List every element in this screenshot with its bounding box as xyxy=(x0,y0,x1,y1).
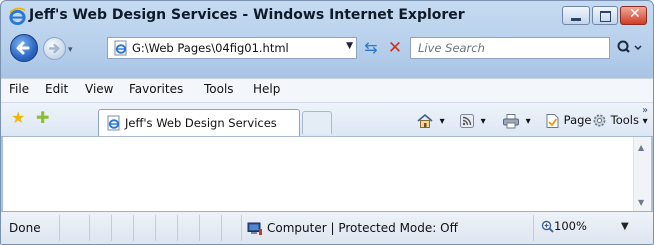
tab-jeffs-web-design[interactable]: Jeff's Web Design Services xyxy=(98,109,300,136)
status-divider xyxy=(133,215,134,241)
search-button[interactable] xyxy=(613,38,643,58)
tools-menu-dropdown-icon: ▾ xyxy=(642,116,648,127)
print-button[interactable]: ▾ xyxy=(502,111,531,129)
page-menu-label: Page xyxy=(563,113,592,127)
add-favorites-star-icon[interactable]: ✚ xyxy=(36,110,49,126)
address-row: ▾ G:\Web Pages\04fig01.html ▼ ⇆ ✕ Live S… xyxy=(1,32,653,66)
menu-edit[interactable]: Edit xyxy=(45,82,68,96)
minimize-button[interactable] xyxy=(562,6,590,25)
print-dropdown-icon[interactable]: ▾ xyxy=(526,116,531,127)
tools-menu-label: Tools xyxy=(610,113,639,127)
zoom-control[interactable]: 100% xyxy=(541,219,587,233)
feeds-icon xyxy=(460,113,474,128)
home-dropdown-icon[interactable]: ▾ xyxy=(440,116,445,127)
tools-menu-button[interactable]: Tools ▾ xyxy=(592,111,648,129)
status-divider xyxy=(59,215,60,241)
status-divider xyxy=(199,215,200,241)
menu-bar: File Edit View Favorites Tools Help xyxy=(1,78,653,103)
tab-label: Jeff's Web Design Services xyxy=(125,116,277,130)
search-input[interactable]: Live Search xyxy=(418,41,485,55)
computer-zone-icon xyxy=(247,222,262,235)
search-box[interactable]: Live Search xyxy=(410,37,610,59)
new-tab-button[interactable] xyxy=(302,111,332,134)
forward-arrow-icon xyxy=(48,43,60,54)
status-divider xyxy=(533,215,534,241)
zoom-icon xyxy=(541,220,554,233)
home-button[interactable]: ▾ xyxy=(416,111,445,129)
command-bar-overflow-icon[interactable]: » xyxy=(642,105,648,116)
title-bar[interactable]: Jeff's Web Design Services - Windows Int… xyxy=(1,1,653,31)
status-text: Done xyxy=(9,221,41,235)
security-zone[interactable]: Computer | Protected Mode: Off xyxy=(247,221,458,236)
address-bar[interactable]: G:\Web Pages\04fig01.html ▼ xyxy=(107,37,357,59)
browser-window: Jeff's Web Design Services - Windows Int… xyxy=(0,0,654,245)
address-dropdown[interactable]: ▼ xyxy=(346,41,353,51)
ie-logo-icon xyxy=(9,7,26,26)
status-divider xyxy=(221,215,222,241)
home-icon xyxy=(417,113,433,128)
scroll-up-icon[interactable]: ▲ xyxy=(638,143,644,152)
back-arrow-icon xyxy=(16,41,30,55)
address-input[interactable]: G:\Web Pages\04fig01.html xyxy=(132,41,289,55)
vertical-scrollbar[interactable]: ▲ ▼ xyxy=(633,137,651,211)
print-icon xyxy=(503,113,519,128)
status-divider xyxy=(241,215,242,241)
minimize-icon xyxy=(571,18,581,21)
favorites-center-star-icon[interactable]: ★ xyxy=(11,110,25,126)
status-bar: Done Computer | Protected Mode: Off 100% xyxy=(1,211,653,244)
scroll-down-icon[interactable]: ▼ xyxy=(638,198,644,207)
status-divider xyxy=(177,215,178,241)
page-content[interactable]: ▲ ▼ xyxy=(3,136,651,211)
status-divider xyxy=(155,215,156,241)
maximize-icon xyxy=(600,11,611,22)
status-divider xyxy=(111,215,112,241)
tab-page-icon xyxy=(107,115,120,131)
menu-tools[interactable]: Tools xyxy=(204,82,234,96)
close-button[interactable]: ✕ xyxy=(620,6,647,25)
feeds-button[interactable]: ▾ xyxy=(459,111,486,129)
recent-pages-dropdown[interactable]: ▾ xyxy=(68,45,73,55)
status-divider xyxy=(89,215,90,241)
zoom-level: 100% xyxy=(554,219,587,233)
gear-icon xyxy=(593,114,606,127)
page-icon xyxy=(114,40,127,56)
close-icon: ✕ xyxy=(629,6,641,22)
search-icon xyxy=(617,40,642,53)
tab-bar: ★ ✚ Jeff's Web Design Services ▾ ▾ ▾ Pag… xyxy=(1,102,653,137)
feeds-dropdown-icon[interactable]: ▾ xyxy=(481,116,486,127)
window-title: Jeff's Web Design Services - Windows Int… xyxy=(29,7,465,23)
page-menu-icon xyxy=(546,113,559,128)
refresh-icon[interactable]: ⇆ xyxy=(361,38,381,58)
security-zone-label: Computer | Protected Mode: Off xyxy=(267,221,458,235)
menu-view[interactable]: View xyxy=(85,82,113,96)
menu-favorites[interactable]: Favorites xyxy=(129,82,183,96)
menu-file[interactable]: File xyxy=(9,82,29,96)
back-button[interactable] xyxy=(10,34,38,62)
menu-help[interactable]: Help xyxy=(253,82,280,96)
stop-icon[interactable]: ✕ xyxy=(385,38,405,58)
forward-button[interactable] xyxy=(43,37,66,60)
maximize-button[interactable] xyxy=(592,6,618,25)
zoom-dropdown-icon[interactable]: ▼ xyxy=(621,221,629,232)
